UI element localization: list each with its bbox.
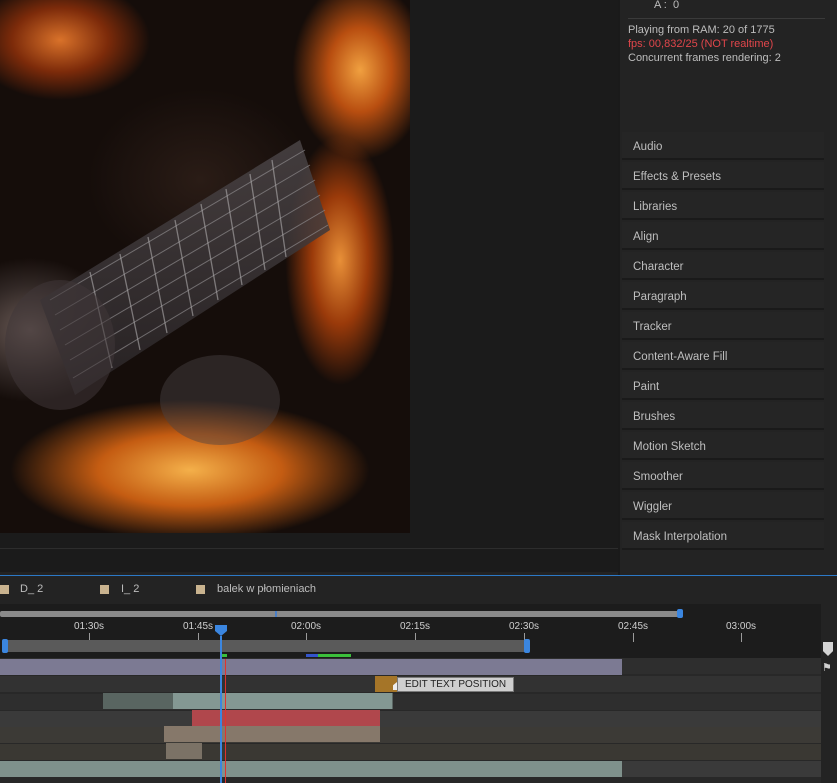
panel-align[interactable]: Align: [622, 222, 824, 250]
alpha-value: 0: [673, 0, 680, 11]
playhead-line[interactable]: [220, 636, 222, 783]
composition-viewer[interactable]: [0, 0, 618, 572]
layer-bar-tan[interactable]: [164, 726, 380, 742]
work-area-bar[interactable]: [0, 611, 680, 617]
panel-motion-sketch[interactable]: Motion Sketch: [622, 432, 824, 460]
current-render-line: [225, 659, 226, 783]
fps-status: fps: 00,832/25 (NOT realtime): [628, 38, 774, 50]
ram-cache-indicator: [318, 654, 351, 657]
panel-paint[interactable]: Paint: [622, 372, 824, 400]
panel-brushes[interactable]: Brushes: [622, 402, 824, 430]
track-row: [0, 711, 821, 727]
info-panel: A : 0 Playing from RAM: 20 of 1775 fps: …: [620, 0, 837, 128]
disk-cache-indicator: [306, 654, 318, 657]
timeline-tabs: D_ 2 I_ 2 balek w płomieniach: [0, 576, 837, 604]
ram-status: Playing from RAM: 20 of 1775: [628, 24, 775, 36]
layer-bar-tan-short[interactable]: [166, 743, 202, 759]
tick-label: 02:15s: [399, 621, 431, 632]
panel-smoother[interactable]: Smoother: [622, 462, 824, 490]
tab-color-swatch: [196, 585, 205, 594]
panels-list: Audio Effects & Presets Libraries Align …: [620, 130, 837, 575]
tick-label: 01:45s: [182, 621, 214, 632]
alpha-label: A :: [654, 0, 667, 11]
panel-content-aware-fill[interactable]: Content-Aware Fill: [622, 342, 824, 370]
panel-mask-interpolation[interactable]: Mask Interpolation: [622, 522, 824, 550]
comp-button-icon[interactable]: ⚑: [822, 661, 832, 674]
guitar-neck-illustration: [5, 140, 330, 445]
timeline-right-gutter: [821, 604, 837, 783]
layer-bar-purple[interactable]: [0, 659, 622, 675]
panel-tracker[interactable]: Tracker: [622, 312, 824, 340]
layer-marker-label[interactable]: EDIT TEXT POSITION: [397, 677, 515, 692]
concurrent-frames-status: Concurrent frames rendering: 2: [628, 52, 781, 64]
time-navigator-start-handle[interactable]: [2, 639, 8, 653]
video-frame-guitar-in-flames: [0, 0, 410, 533]
tab-color-swatch: [0, 585, 9, 594]
panel-effects-presets[interactable]: Effects & Presets: [622, 162, 824, 190]
track-row: [0, 744, 821, 760]
track-row: [0, 727, 821, 743]
work-area-end-handle[interactable]: [677, 609, 683, 618]
time-navigator-bar[interactable]: [3, 640, 527, 652]
time-navigator-end-handle[interactable]: [524, 639, 530, 653]
panel-character[interactable]: Character: [622, 252, 824, 280]
layer-bar-teal[interactable]: [173, 693, 393, 709]
work-area-marker: [275, 611, 277, 617]
tick-mark: [741, 633, 742, 642]
panel-libraries[interactable]: Libraries: [622, 192, 824, 220]
panel-audio[interactable]: Audio: [622, 132, 824, 160]
tab-i2[interactable]: I_ 2: [121, 583, 139, 595]
layer-bar-teal-dim[interactable]: [103, 693, 173, 709]
tick-mark: [633, 633, 634, 642]
tick-label: 02:45s: [617, 621, 649, 632]
layer-bar-sage[interactable]: [0, 761, 622, 777]
tab-color-swatch: [100, 585, 109, 594]
panel-wiggler[interactable]: Wiggler: [622, 492, 824, 520]
tick-label: 03:00s: [725, 621, 757, 632]
tab-d2[interactable]: D_ 2: [20, 583, 43, 595]
tick-label: 02:30s: [508, 621, 540, 632]
tick-label: 02:00s: [290, 621, 322, 632]
tick-label: 01:30s: [73, 621, 105, 632]
panel-paragraph[interactable]: Paragraph: [622, 282, 824, 310]
tab-balek-w-plomieniach[interactable]: balek w płomieniach: [217, 583, 316, 595]
